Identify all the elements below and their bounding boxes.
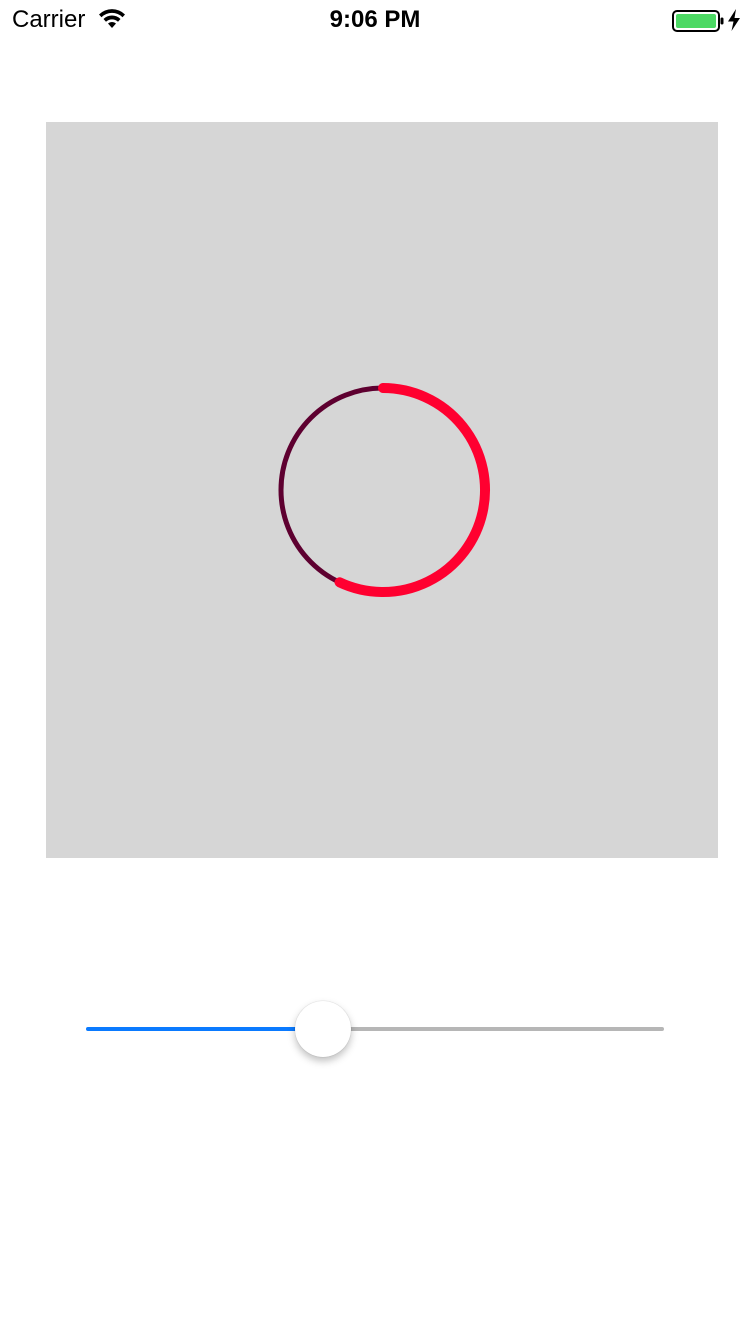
status-bar: Carrier 9:06 PM: [0, 0, 750, 40]
progress-ring-arc: [334, 383, 490, 597]
slider-maximum-track[interactable]: [322, 1027, 664, 1031]
drawing-canvas: [46, 122, 718, 858]
battery-icon: [672, 10, 724, 32]
status-time: 9:06 PM: [329, 6, 421, 33]
slider-minimum-track[interactable]: [86, 1027, 323, 1031]
screen: Carrier 9:06 PM: [0, 0, 750, 1334]
progress-ring: [278, 383, 490, 597]
slider-thumb[interactable]: [294, 1001, 351, 1057]
lightning-bolt-icon: [728, 9, 740, 31]
progress-slider[interactable]: [86, 998, 664, 1060]
